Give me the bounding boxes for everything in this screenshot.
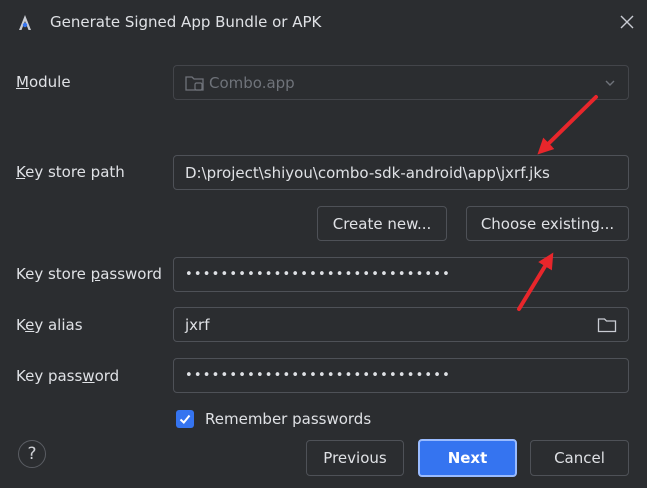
dialog-title: Generate Signed App Bundle or APK xyxy=(50,13,322,31)
close-icon[interactable] xyxy=(618,13,636,31)
create-new-button[interactable]: Create new... xyxy=(317,206,447,241)
next-button[interactable]: Next xyxy=(418,439,517,477)
module-label: Module xyxy=(16,73,71,91)
chevron-down-icon xyxy=(605,80,615,86)
module-value: Combo.app xyxy=(209,73,295,92)
red-arrow-annotation xyxy=(537,95,598,155)
key-store-password-field[interactable]: •••••••••••••••••••••••••••••• xyxy=(173,257,629,292)
choose-existing-button[interactable]: Choose existing... xyxy=(466,206,629,241)
cancel-button[interactable]: Cancel xyxy=(530,440,629,476)
key-store-path-field[interactable]: D:\project\shiyou\combo-sdk-android\app\… xyxy=(173,155,629,190)
folder-icon[interactable] xyxy=(597,317,617,333)
key-store-password-label: Key store password xyxy=(16,265,162,283)
previous-button[interactable]: Previous xyxy=(306,440,404,476)
module-folder-icon xyxy=(185,75,204,91)
remember-passwords-checkbox[interactable] xyxy=(176,410,194,428)
remember-passwords-label[interactable]: Remember passwords xyxy=(205,410,371,428)
android-studio-icon xyxy=(19,15,31,30)
key-password-value: •••••••••••••••••••••••••••••• xyxy=(185,368,452,383)
key-store-path-label: Key store path xyxy=(16,163,125,181)
key-alias-label: Key alias xyxy=(16,316,83,334)
key-store-password-value: •••••••••••••••••••••••••••••• xyxy=(185,267,452,282)
checkmark-icon xyxy=(179,414,191,424)
key-password-label: Key password xyxy=(16,367,120,385)
key-alias-value: jxrf xyxy=(185,315,210,334)
key-alias-field[interactable]: jxrf xyxy=(173,307,629,342)
help-icon[interactable]: ? xyxy=(18,440,46,468)
module-select[interactable]: Combo.app xyxy=(173,65,629,100)
key-password-field[interactable]: •••••••••••••••••••••••••••••• xyxy=(173,358,629,393)
title-bar: Generate Signed App Bundle or APK xyxy=(0,0,647,46)
key-store-path-value: D:\project\shiyou\combo-sdk-android\app\… xyxy=(185,163,550,182)
